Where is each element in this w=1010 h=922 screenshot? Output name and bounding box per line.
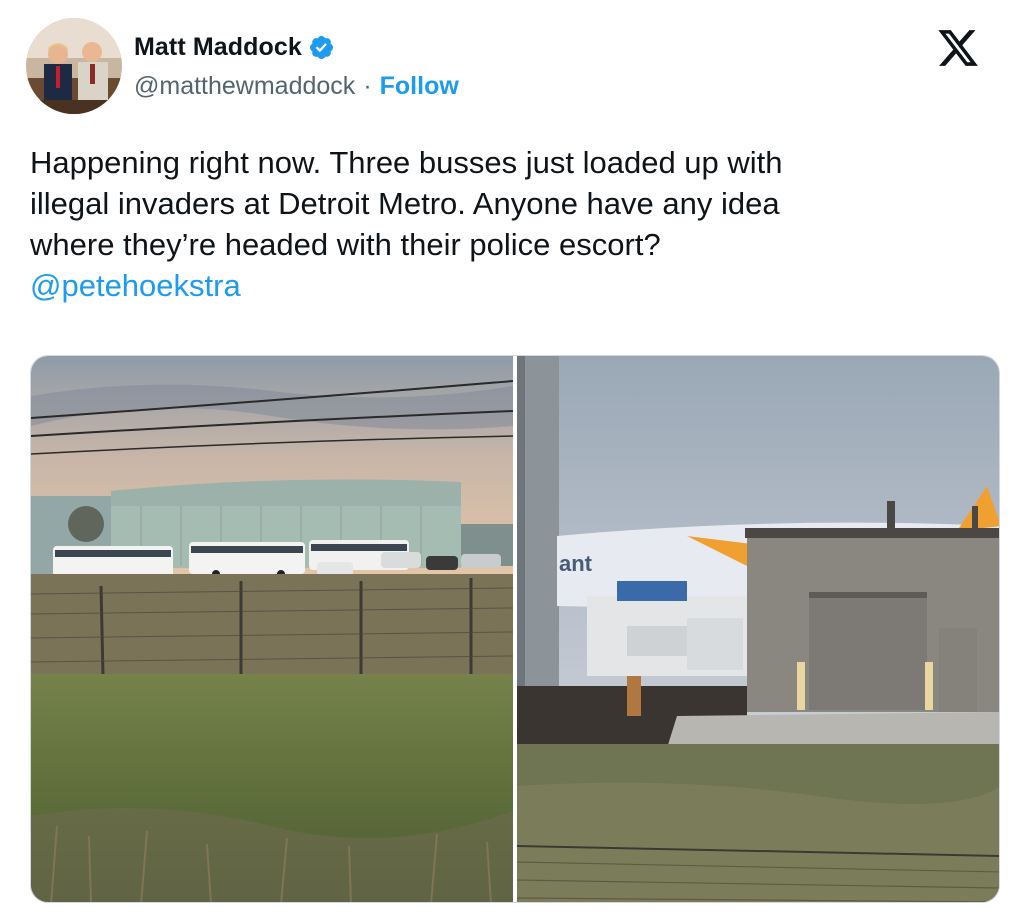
tweet-media: ant [30,355,1000,903]
separator-dot: · [363,72,372,100]
display-name[interactable]: Matt Maddock [134,33,302,62]
avatar[interactable] [26,18,122,114]
tweet-text-line: where they’re headed with their police e… [30,227,661,262]
photo-busses-at-hangar[interactable] [31,356,513,902]
user-info: Matt Maddock @matthewmaddock · Follow [134,30,459,101]
user-handle[interactable]: @matthewmaddock [134,72,355,101]
tweet-embed-card: Matt Maddock @matthewmaddock · Follow Ha… [0,0,1010,922]
tweet-header: Matt Maddock @matthewmaddock · Follow [26,18,1006,118]
tweet-text-line: Happening right now. Three busses just l… [30,145,783,180]
handle-row: @matthewmaddock · Follow [134,72,459,101]
name-row: Matt Maddock [134,30,459,64]
aircraft-livery-text: ant [559,551,593,576]
photo-building-and-aircraft[interactable]: ant [517,356,999,902]
tweet-text-line: illegal invaders at Detroit Metro. Anyon… [30,186,780,221]
follow-button[interactable]: Follow [380,72,459,101]
tweet-text: Happening right now. Three busses just l… [30,142,990,306]
x-logo-icon[interactable] [936,26,980,70]
verified-badge-icon [308,34,335,61]
mention-link[interactable]: @petehoekstra [30,268,241,303]
